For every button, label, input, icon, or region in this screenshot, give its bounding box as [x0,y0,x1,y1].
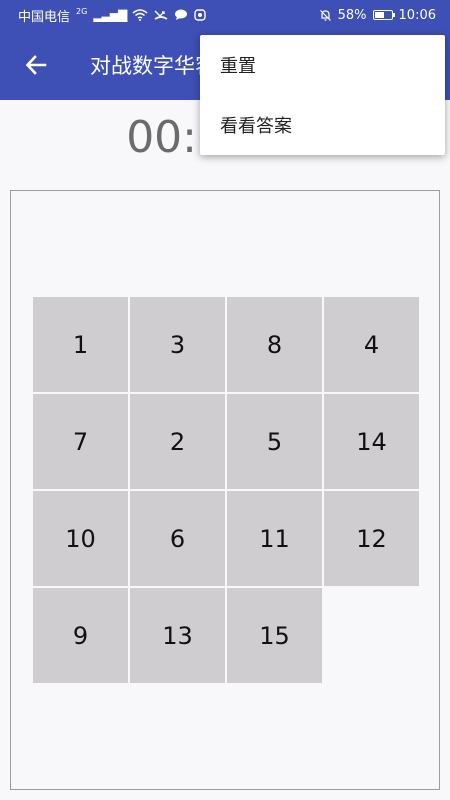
arrow-back-icon [25,55,47,75]
battery-percent: 58% [337,7,367,23]
network-type: 2G [76,6,88,16]
menu-item-show-answer[interactable]: 看看答案 [200,95,445,155]
mute-bell-icon [319,9,331,21]
tile-6[interactable]: 6 [130,491,225,586]
tile-14[interactable]: 14 [324,394,419,489]
puzzle-board [10,190,440,790]
signal-icon: ▂▃▅▇ [93,8,127,22]
back-button[interactable] [18,47,54,83]
tile-11[interactable]: 11 [227,491,322,586]
tile-13[interactable]: 13 [130,588,225,683]
tile-15[interactable]: 15 [227,588,322,683]
status-right: 58% 10:06 [319,8,436,23]
tile-12[interactable]: 12 [324,491,419,586]
tile-9[interactable]: 9 [33,588,128,683]
tile-3[interactable]: 3 [130,297,225,392]
status-bar: 中国电信 2G ▂▃▅▇ 58% 10:06 [0,0,450,30]
wifi-icon [132,9,148,21]
carrier-label: 中国电信 [18,9,71,25]
overflow-menu: 重置 看看答案 [200,35,445,155]
battery-icon [372,10,395,20]
tile-2[interactable]: 2 [130,394,225,489]
tile-4[interactable]: 4 [324,297,419,392]
clock: 10:06 [398,7,436,23]
message-icon [175,9,188,20]
app-notification-icon [194,9,206,21]
tile-1[interactable]: 1 [33,297,128,392]
tile-8[interactable]: 8 [227,297,322,392]
tile-7[interactable]: 7 [33,394,128,489]
tile-10[interactable]: 10 [33,491,128,586]
missed-call-icon [154,10,168,20]
tile-5[interactable]: 5 [227,394,322,489]
status-left: 中国电信 2G ▂▃▅▇ [18,6,206,25]
menu-item-reset[interactable]: 重置 [200,35,445,95]
